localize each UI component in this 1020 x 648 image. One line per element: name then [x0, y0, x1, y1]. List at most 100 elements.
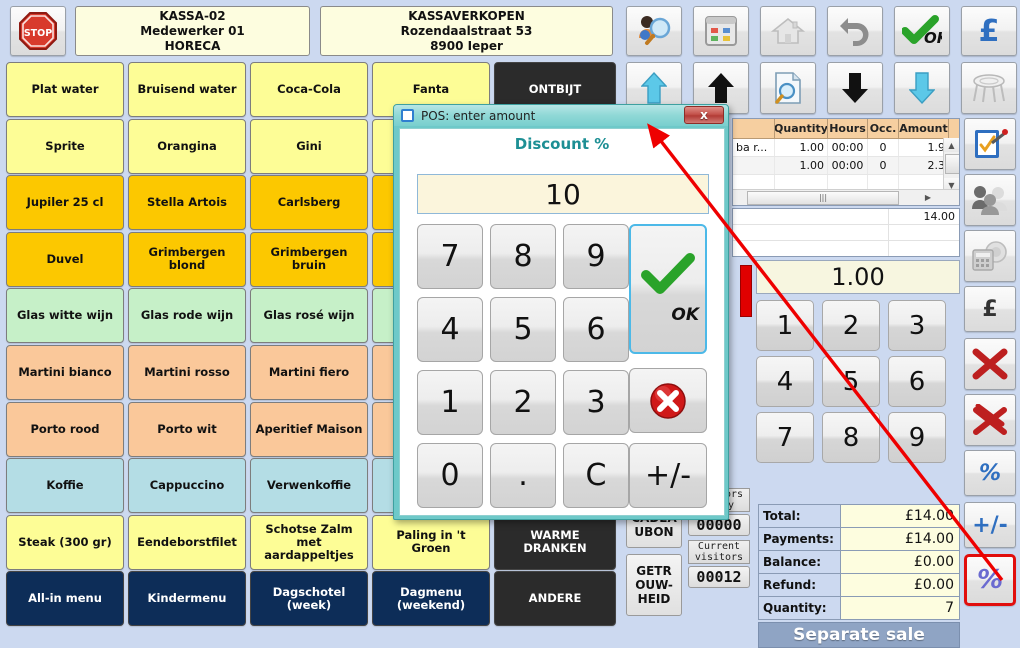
- numpad-key[interactable]: 8: [822, 412, 880, 463]
- product-button[interactable]: Kindermenu: [128, 571, 246, 627]
- product-button[interactable]: Dagschotel (week): [250, 571, 368, 627]
- product-button[interactable]: Paling in 't Groen: [372, 514, 490, 570]
- order-lines-hscrollbar[interactable]: ||| ▶: [733, 189, 959, 205]
- product-button-label: Porto rood: [30, 421, 100, 436]
- vscroll-thumb[interactable]: [945, 154, 959, 174]
- col-desc: [733, 119, 775, 138]
- product-button-label: Gini: [296, 138, 322, 153]
- enter-amount-dialog[interactable]: POS: enter amount x Discount % 10 OK 7 8…: [393, 104, 729, 520]
- scroll-up-icon[interactable]: ▲: [944, 138, 959, 152]
- cell-occ: 0: [868, 139, 899, 156]
- numpad-key[interactable]: 6: [888, 356, 946, 407]
- product-button[interactable]: Carlsberg: [250, 175, 368, 231]
- product-button[interactable]: Grimbergen blond: [128, 231, 246, 287]
- dialog-key[interactable]: 7: [417, 224, 483, 289]
- product-button[interactable]: Stella Artois: [128, 175, 246, 231]
- dialog-close-button[interactable]: x: [684, 106, 724, 124]
- dialog-key[interactable]: .: [490, 443, 556, 508]
- close-icon: x: [700, 108, 708, 122]
- product-button[interactable]: WARME DRANKEN: [494, 514, 616, 570]
- table-row[interactable]: 1.00 00:00 0 2.3: [733, 157, 959, 175]
- product-button[interactable]: Martini rosso: [128, 345, 246, 400]
- product-button[interactable]: Koffie: [6, 458, 124, 514]
- dialog-cancel-button[interactable]: [629, 368, 707, 433]
- product-button[interactable]: Jupiler 25 cl: [6, 175, 124, 231]
- dialog-key[interactable]: 5: [490, 297, 556, 362]
- product-button[interactable]: Sprite: [6, 118, 124, 174]
- numpad-key[interactable]: 1: [756, 300, 814, 351]
- product-button[interactable]: Coca-Cola: [250, 62, 368, 117]
- currency-button[interactable]: £: [964, 286, 1016, 332]
- percent-button[interactable]: %: [964, 450, 1016, 496]
- product-button[interactable]: Steak (300 gr): [6, 514, 124, 570]
- product-button-label: Glas rosé wijn: [263, 308, 355, 323]
- dialog-key[interactable]: 6: [563, 297, 629, 362]
- table-row[interactable]: ba r... 1.00 00:00 0 1.9: [733, 139, 959, 157]
- product-button-label: Eendeborstfilet: [137, 534, 237, 549]
- dialog-key[interactable]: +/-: [629, 443, 707, 508]
- edit-order-button[interactable]: [964, 118, 1016, 170]
- dialog-key[interactable]: 8: [490, 224, 556, 289]
- svg-text:OK: OK: [924, 29, 942, 47]
- product-button[interactable]: Martini fiero: [250, 345, 368, 400]
- numpad-key[interactable]: 5: [822, 356, 880, 407]
- dialog-value-display[interactable]: 10: [417, 174, 709, 214]
- dialog-key[interactable]: 0: [417, 443, 483, 508]
- product-button[interactable]: Grimbergen bruin: [250, 231, 368, 287]
- product-button[interactable]: Plat water: [6, 62, 124, 117]
- numpad-key[interactable]: 4: [756, 356, 814, 407]
- ok-button[interactable]: OK: [894, 6, 950, 56]
- delete-line-button[interactable]: [964, 338, 1016, 390]
- product-button[interactable]: Porto wit: [128, 401, 246, 457]
- dialog-key[interactable]: 4: [417, 297, 483, 362]
- product-button[interactable]: Glas rode wijn: [128, 288, 246, 344]
- product-button[interactable]: Glas rosé wijn: [250, 288, 368, 344]
- cash-register-button[interactable]: [964, 230, 1016, 282]
- home-icon: [771, 17, 805, 44]
- numpad-key[interactable]: 7: [756, 412, 814, 463]
- product-button[interactable]: All-in menu: [6, 571, 124, 627]
- hscroll-thumb[interactable]: |||: [747, 190, 899, 205]
- product-button[interactable]: Orangina: [128, 118, 246, 174]
- dialog-key[interactable]: 1: [417, 370, 483, 435]
- dialog-ok-button[interactable]: OK: [629, 224, 707, 354]
- home-button[interactable]: [760, 6, 816, 56]
- dialog-key[interactable]: 3: [563, 370, 629, 435]
- green-check-icon: [641, 253, 695, 294]
- product-button-label: Dagschotel (week): [272, 584, 346, 612]
- discount-percent-button[interactable]: %: [964, 554, 1016, 606]
- product-button[interactable]: Gini: [250, 118, 368, 174]
- shop-city: 8900 Ieper: [430, 38, 503, 53]
- product-button[interactable]: Porto rood: [6, 401, 124, 457]
- numpad-key[interactable]: 9: [888, 412, 946, 463]
- plusminus-button[interactable]: +/-: [964, 502, 1016, 548]
- product-button[interactable]: Eendeborstfilet: [128, 514, 246, 570]
- numpad-key[interactable]: 2: [822, 300, 880, 351]
- product-button[interactable]: ANDERE: [494, 571, 616, 627]
- customers-button[interactable]: [964, 174, 1016, 226]
- product-button[interactable]: Verwenkoffie: [250, 458, 368, 514]
- dialog-key[interactable]: 9: [563, 224, 629, 289]
- numpad-key[interactable]: 3: [888, 300, 946, 351]
- product-button[interactable]: Glas witte wijn: [6, 288, 124, 344]
- product-button[interactable]: Aperitief Maison: [250, 401, 368, 457]
- dialog-key[interactable]: C: [563, 443, 629, 508]
- product-button[interactable]: Martini bianco: [6, 345, 124, 400]
- dialog-titlebar[interactable]: POS: enter amount x: [394, 105, 728, 126]
- dialog-key[interactable]: 2: [490, 370, 556, 435]
- product-button[interactable]: Dagmenu (weekend): [372, 571, 490, 627]
- product-button[interactable]: Duvel: [6, 231, 124, 287]
- separate-sale-button[interactable]: Separate sale: [758, 622, 960, 648]
- scroll-right-icon[interactable]: ▶: [921, 193, 935, 202]
- product-button[interactable]: Bruisend water: [128, 62, 246, 117]
- customer-search-button[interactable]: [626, 6, 682, 56]
- table-plan-button[interactable]: [693, 6, 749, 56]
- order-lines-table[interactable]: Quantity Hours Occ. Amount ba r... 1.00 00…: [732, 118, 960, 206]
- order-lines-vscrollbar[interactable]: ▲ ▼: [943, 138, 959, 192]
- delete-all-button[interactable]: [964, 394, 1016, 446]
- product-button[interactable]: Schotse Zalm met aardappeltjes: [250, 514, 368, 570]
- product-button[interactable]: Cappuccino: [128, 458, 246, 514]
- stop-button[interactable]: STOP: [10, 6, 66, 56]
- undo-button[interactable]: [827, 6, 883, 56]
- getrouwheid-button[interactable]: GETR OUW- HEID: [626, 554, 682, 616]
